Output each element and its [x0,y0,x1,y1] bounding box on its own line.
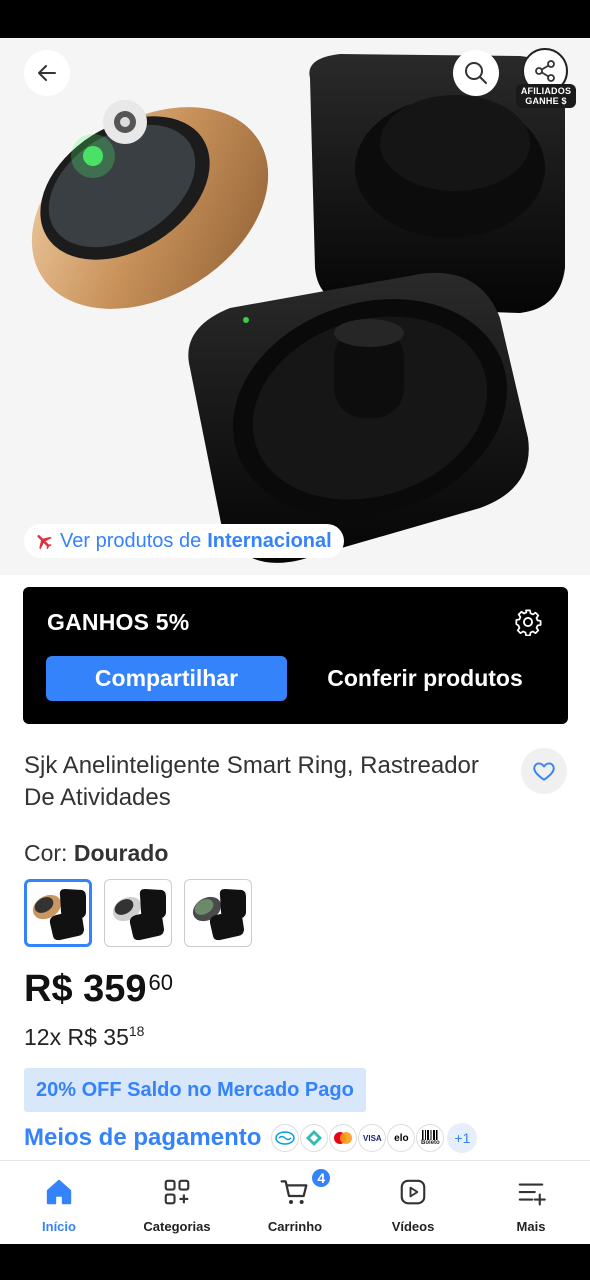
installments-main: R$ 35 [67,1024,129,1050]
share-icon [535,60,555,82]
airplane-icon [37,535,52,550]
price-main: R$ 359 [24,968,147,1010]
affiliate-share-button[interactable]: AFILIADOS GANHE $ [516,48,578,108]
categories-icon [160,1175,194,1209]
gear-icon [515,609,542,636]
affiliate-title: GANHOS 5% [47,609,190,635]
color-swatches [24,879,252,947]
mercado-pago-icon [271,1124,300,1152]
swatch-dourado[interactable] [24,879,92,947]
swatch-prata[interactable] [104,879,172,947]
share-button[interactable]: Compartilhar [46,656,287,701]
mastercard-icon [329,1124,358,1152]
nav-label: Mais [516,1219,546,1234]
product-image-gallery[interactable]: AFILIADOS GANHE $ Ver produtos de Intern… [0,38,590,575]
elo-icon: elo [387,1124,416,1152]
status-bar [0,0,590,38]
search-button[interactable] [453,50,499,96]
swatch-preto[interactable] [184,879,252,947]
product-screen: AFILIADOS GANHE $ Ver produtos de Intern… [0,38,590,1244]
search-icon [465,62,487,84]
installments-cents: 18 [128,1023,145,1039]
product-photo [31,54,565,563]
nav-item-mais[interactable]: Mais [472,1161,590,1244]
affiliate-tag-line1: AFILIADOS [520,86,572,96]
bottom-navigation: Início Categorias 4 Carrinho Vídeos Mais [0,1160,590,1244]
visa-text: VISA [363,1133,382,1143]
price-cents: 60 [148,970,174,995]
nav-label: Início [42,1219,76,1234]
more-payment-methods[interactable]: +1 [447,1123,478,1153]
nav-label: Categorias [143,1219,211,1234]
check-products-button[interactable]: Conferir produtos [303,656,547,701]
home-icon [42,1175,76,1209]
payment-methods-link[interactable]: Meios de pagamento [24,1124,261,1152]
boleto-text: Boleto [421,1140,440,1146]
international-store-link[interactable]: Ver produtos de Internacional [24,524,344,558]
affiliate-tag: AFILIADOS GANHE $ [516,84,576,108]
visa-icon: VISA [358,1124,387,1152]
nav-label: Vídeos [391,1219,435,1234]
intl-prefix: Ver produtos de [60,529,202,552]
boleto-icon: Boleto [416,1124,445,1152]
swatch-image [112,889,166,941]
price: R$ 35960 [24,968,173,1011]
system-navigation-bar [0,1244,590,1280]
color-label: Cor: Dourado [24,840,168,867]
color-label-prefix: Cor: [24,840,68,866]
discount-badge: 20% OFF Saldo no Mercado Pago [24,1068,366,1112]
nav-item-inicio[interactable]: Início [0,1161,118,1244]
menu-plus-icon [514,1175,548,1209]
cart-count-badge: 4 [310,1167,333,1189]
installments-prefix: 12x [24,1024,62,1050]
nav-label: Carrinho [267,1219,323,1234]
installments: 12x R$ 3518 [24,1023,145,1051]
swatch-image [32,889,86,941]
affiliate-settings-button[interactable] [513,607,543,637]
color-value: Dourado [73,840,169,866]
swatch-image [192,889,246,941]
video-icon [396,1175,430,1209]
favorite-button[interactable] [521,748,567,794]
nav-item-carrinho[interactable]: 4 Carrinho [236,1161,354,1244]
intl-store: Internacional [207,529,332,552]
heart-icon [533,762,555,781]
cart-icon [278,1175,312,1209]
product-title: Sjk Anelinteligente Smart Ring, Rastread… [24,752,479,811]
affiliate-earnings-box: GANHOS 5% Compartilhar Conferir produtos [23,587,568,724]
nav-item-videos[interactable]: Vídeos [354,1161,472,1244]
arrow-left-icon [38,65,56,81]
affiliate-tag-line2: GANHE $ [525,96,567,106]
elo-text: elo [394,1132,409,1144]
back-button[interactable] [24,50,70,96]
pix-icon [300,1124,329,1152]
payment-methods[interactable]: Meios de pagamento VISA elo Boleto +1 [24,1120,478,1156]
nav-item-categorias[interactable]: Categorias [118,1161,236,1244]
